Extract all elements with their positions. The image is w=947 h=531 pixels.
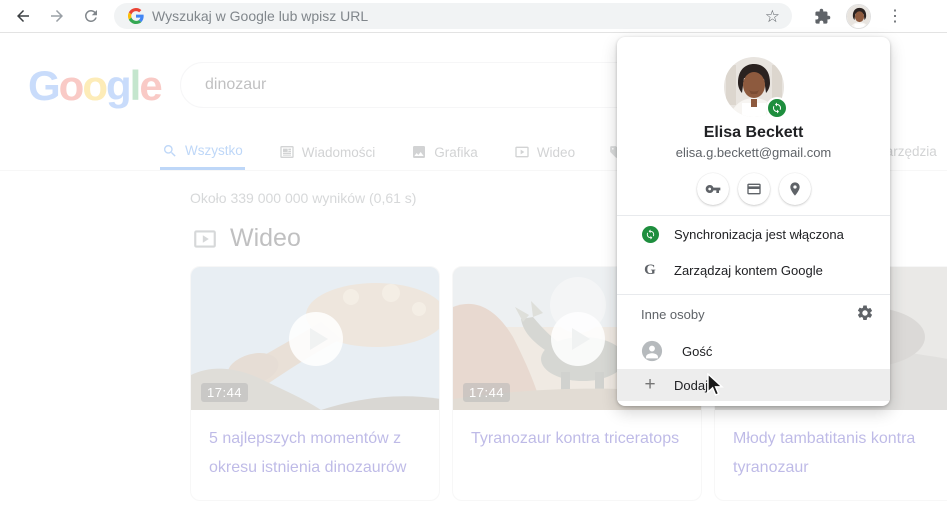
add-person-label: Dodaj [674,377,708,393]
manage-account-label: Zarządzaj kontem Google [674,262,823,278]
tab-grafika[interactable]: Grafika [409,134,480,170]
google-g-gray-icon: G [644,261,656,278]
video-duration: 17:44 [201,383,249,402]
passwords-button[interactable] [696,173,729,205]
video-duration: 17:44 [463,383,511,402]
account-shortcuts [617,173,890,205]
sync-status-item[interactable]: Synchronizacja jest włączona [617,216,890,252]
video-card[interactable]: 17:44 5 najlepszych momentów z okresu is… [190,266,440,501]
logo-letter: g [105,62,132,109]
forward-arrow-icon [51,10,63,22]
toolbar-right-group: ⋮ [806,2,907,30]
search-tab-icon [163,144,176,157]
address-bar[interactable]: Wyszukaj w Google lub wpisz URL ☆ [114,3,792,29]
profile-avatar-button[interactable] [846,3,871,29]
video-thumbnail[interactable]: 17:44 [191,267,439,410]
images-tab-icon [413,146,426,158]
search-query[interactable]: dinozaur [205,76,266,94]
play-triangle-icon [309,327,328,350]
search-tabs: Wszystko Wiadomości Grafika Wideo [160,134,623,170]
url-input[interactable]: Wyszukaj w Google lub wpisz URL [152,8,765,24]
browser-toolbar: Wyszukaj w Google lub wpisz URL ☆ ⋮ [0,0,947,33]
play-button[interactable] [551,311,605,366]
video-card-body: 5 najlepszych momentów z okresu istnieni… [191,410,439,500]
sync-status-label: Synchronizacja jest włączona [674,226,844,242]
puzzle-icon [814,8,830,24]
profile-menu: Elisa Beckett elisa.g.beckett@gmail.com … [617,37,890,406]
manage-people-button[interactable] [856,304,874,325]
mouse-cursor [707,373,724,396]
account-email: elisa.g.beckett@gmail.com [675,145,832,160]
guest-avatar-icon [641,340,663,362]
play-triangle-icon [571,327,590,350]
tab-label: Grafika [434,144,478,160]
manage-account-item[interactable]: G Zarządzaj kontem Google [617,252,890,288]
logo-letter: o [58,62,85,109]
plus-icon: + [644,374,656,395]
other-people-header: Inne osoby [617,295,890,333]
add-person-item[interactable]: + Dodaj [617,369,890,401]
video-title-link[interactable]: 5 najlepszych momentów z okresu istnieni… [209,424,421,482]
avatar-image [847,4,870,28]
addresses-button[interactable] [778,173,811,205]
payment-methods-button[interactable] [737,173,770,205]
video-section-title: Wideo [230,224,301,252]
google-g-icon [128,8,144,24]
sync-on-icon [641,225,659,243]
guest-item[interactable]: Gość [617,333,890,369]
video-section-icon [194,229,216,248]
tab-label: Wideo [536,144,576,160]
guest-label: Gość [682,343,713,359]
forward-button[interactable] [40,2,74,30]
sync-badge-icon [765,97,788,119]
logo-letter: l [129,62,142,109]
tab-label: Wiadomości [301,144,376,160]
location-pin-icon [789,182,800,196]
browser-menu-button[interactable]: ⋮ [883,6,907,26]
video-card-body: Młody tambatitanis kontra tyranozaur [715,410,947,500]
video-title-link[interactable]: Młody tambatitanis kontra tyranozaur [733,424,945,482]
back-arrow-icon [17,10,29,22]
gear-icon [857,304,873,320]
tab-wideo[interactable]: Wideo [512,134,577,170]
bookmark-star-icon[interactable]: ☆ [765,8,780,25]
tab-wszystko[interactable]: Wszystko [160,134,245,170]
video-card-body: Tyranozaur kontra triceratops [453,410,701,471]
results-count: Około 339 000 000 wyników (0,61 s) [190,190,417,206]
video-tab-icon [515,146,529,158]
refresh-button[interactable] [74,2,108,30]
refresh-icon [84,9,97,22]
news-tab-icon [280,146,294,158]
google-logo[interactable]: Google [28,62,163,110]
credit-card-icon [746,183,761,195]
logo-letter: o [82,62,108,109]
video-title-link[interactable]: Tyranozaur kontra triceratops [471,424,683,453]
other-people-label: Inne osoby [641,306,705,322]
tab-label: Wszystko [185,143,243,158]
key-icon [705,185,720,193]
play-button[interactable] [289,311,343,366]
logo-letter: e [139,62,162,109]
extensions-button[interactable] [806,2,838,30]
tab-wiadomosci[interactable]: Wiadomości [277,134,378,170]
logo-letter: G [28,62,61,109]
account-name: Elisa Beckett [703,124,804,141]
profile-avatar-large [723,57,788,119]
browser-window: Wyszukaj w Google lub wpisz URL ☆ ⋮ Goog… [0,0,947,531]
video-section-header: Wideo [192,224,301,253]
back-button[interactable] [6,2,40,30]
